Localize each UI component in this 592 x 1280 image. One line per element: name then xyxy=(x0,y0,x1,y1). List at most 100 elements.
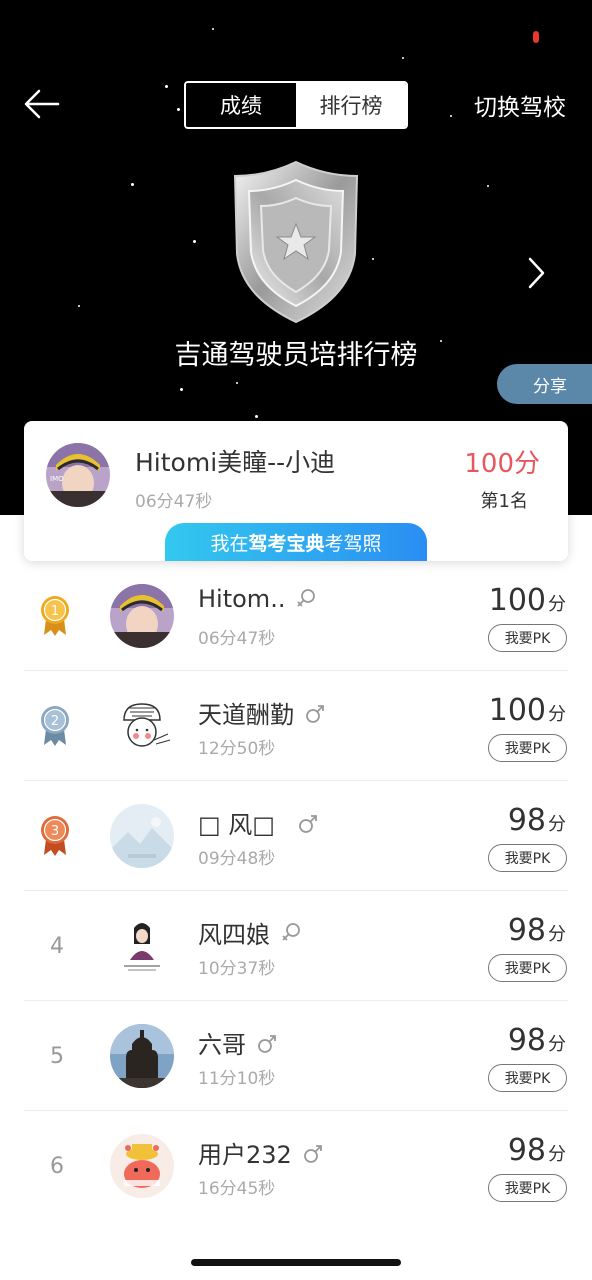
score-value: 98 xyxy=(507,913,546,948)
user-name-text: Hitom.. xyxy=(198,585,286,613)
user-score: 98 分 xyxy=(508,1133,566,1168)
view-tabs: 成绩 排行榜 xyxy=(184,81,408,129)
table-row[interactable]: 6 用户232 16分45秒 98 分 我要PK xyxy=(0,1111,592,1221)
arrow-left-icon[interactable] xyxy=(22,86,62,122)
male-icon xyxy=(303,1144,322,1163)
user-name: 用户232 xyxy=(198,1135,324,1170)
my-score: 100分 xyxy=(464,449,540,479)
female-icon xyxy=(297,589,316,607)
avatar xyxy=(110,1134,174,1198)
user-score: 100 分 xyxy=(489,693,566,728)
table-row[interactable]: 1 Hitom.. 06分47秒 100 分 我要PK xyxy=(0,561,592,671)
shield-star-icon xyxy=(233,160,359,324)
male-icon xyxy=(306,704,324,723)
avatar xyxy=(110,914,174,978)
star-decoration xyxy=(236,382,238,384)
user-name: 风四娘 xyxy=(198,915,302,950)
user-name-text: 天道酬勤 xyxy=(198,701,294,729)
user-name-text: □ 风□ xyxy=(198,811,275,839)
score-unit: 分 xyxy=(548,924,566,945)
leaderboard-title: 吉通驾驶员培排行榜 xyxy=(174,340,418,371)
user-time: 16分45秒 xyxy=(198,1179,276,1199)
score-value: 98 xyxy=(507,1023,546,1058)
pk-button[interactable]: 我要PK xyxy=(488,624,567,652)
avatar xyxy=(110,804,174,868)
score-value: 98 xyxy=(507,1133,546,1168)
my-time: 06分47秒 xyxy=(135,492,213,512)
table-row[interactable]: 3 □ 风□ 09分48秒 98 分 我要PK xyxy=(0,781,592,891)
banner-brand: 驾考宝典 xyxy=(248,532,325,555)
pk-button[interactable]: 我要PK xyxy=(488,1064,567,1092)
male-icon xyxy=(258,1034,276,1053)
user-name: □ 风□ xyxy=(198,805,319,840)
chevron-right-icon[interactable] xyxy=(522,254,550,292)
user-name: 六哥 xyxy=(198,1025,278,1060)
svg-text:IMO: IMO xyxy=(50,475,64,483)
banner-prefix: 我在 xyxy=(210,532,249,555)
score-unit: 分 xyxy=(548,594,566,615)
pk-button[interactable]: 我要PK xyxy=(488,1174,567,1202)
star-decoration xyxy=(180,388,183,391)
score-unit: 分 xyxy=(548,1034,566,1055)
score-unit: 分 xyxy=(548,1144,566,1165)
pk-button[interactable]: 我要PK xyxy=(488,954,567,982)
star-decoration xyxy=(131,183,134,186)
avatar xyxy=(110,1024,174,1088)
tab-scores[interactable]: 成绩 xyxy=(186,83,296,127)
user-name: Hitom.. xyxy=(198,585,317,613)
score-unit: 分 xyxy=(548,704,566,725)
star-decoration xyxy=(450,115,452,117)
tab-leaderboard[interactable]: 排行榜 xyxy=(296,83,406,127)
user-score: 98 分 xyxy=(508,913,566,948)
bronze-medal-icon: 3 xyxy=(41,816,69,856)
star-decoration xyxy=(165,85,168,88)
user-name-text: 用户232 xyxy=(198,1141,292,1169)
star-decoration xyxy=(78,305,80,307)
female-icon xyxy=(282,922,300,941)
score-value: 98 xyxy=(507,803,546,838)
user-time: 09分48秒 xyxy=(198,849,276,869)
pk-button[interactable]: 我要PK xyxy=(488,734,567,762)
avatar xyxy=(110,694,174,758)
user-score: 98 分 xyxy=(508,1023,566,1058)
star-decoration xyxy=(193,240,196,243)
user-time: 11分10秒 xyxy=(198,1069,276,1089)
star-decoration xyxy=(487,185,489,187)
user-name-text: 风四娘 xyxy=(198,921,270,949)
switch-school-button[interactable]: 切换驾校 xyxy=(474,88,566,122)
table-row[interactable]: 4 风四娘 10分37秒 98 分 我要PK xyxy=(0,891,592,1001)
user-time: 06分47秒 xyxy=(198,629,276,649)
banner-suffix: 考驾照 xyxy=(324,532,382,555)
user-time: 12分50秒 xyxy=(198,739,276,759)
table-row[interactable]: 5 六哥 11分10秒 98 分 我要PK xyxy=(0,1001,592,1111)
star-decoration xyxy=(402,57,404,59)
pk-button[interactable]: 我要PK xyxy=(488,844,567,872)
score-value: 100 xyxy=(488,583,546,618)
recording-indicator xyxy=(533,31,539,43)
svg-text:1: 1 xyxy=(51,604,59,619)
star-decoration xyxy=(372,258,374,260)
user-name: 天道酬勤 xyxy=(198,695,326,730)
promo-banner[interactable]: 我在 驾考宝典 考驾照 xyxy=(165,523,427,561)
svg-text:3: 3 xyxy=(51,824,59,839)
rank-number: 4 xyxy=(50,933,64,959)
rank-number: 6 xyxy=(50,1153,64,1179)
user-score: 100 分 xyxy=(489,583,566,618)
star-decoration xyxy=(212,28,214,30)
star-decoration xyxy=(177,108,180,111)
gold-medal-icon: 1 xyxy=(41,596,69,636)
home-indicator[interactable] xyxy=(191,1259,401,1266)
share-button[interactable]: 分享 xyxy=(497,364,592,404)
user-score: 98 分 xyxy=(508,803,566,838)
score-value: 100 xyxy=(488,693,546,728)
score-unit: 分 xyxy=(548,814,566,835)
my-rank-card[interactable]: IMO Hitomi美瞳--小迪 06分47秒 100分 第1名 我在 驾考宝典考… xyxy=(24,421,568,561)
user-time: 10分37秒 xyxy=(198,959,276,979)
avatar xyxy=(110,584,174,648)
male-icon xyxy=(299,814,317,833)
star-decoration xyxy=(255,415,258,418)
table-row[interactable]: 2 天道酬勤 12分50秒 100 分 我要PK xyxy=(0,671,592,781)
silver-medal-icon: 2 xyxy=(41,706,69,746)
user-name-text: 六哥 xyxy=(198,1031,246,1059)
rank-number: 5 xyxy=(50,1043,64,1069)
